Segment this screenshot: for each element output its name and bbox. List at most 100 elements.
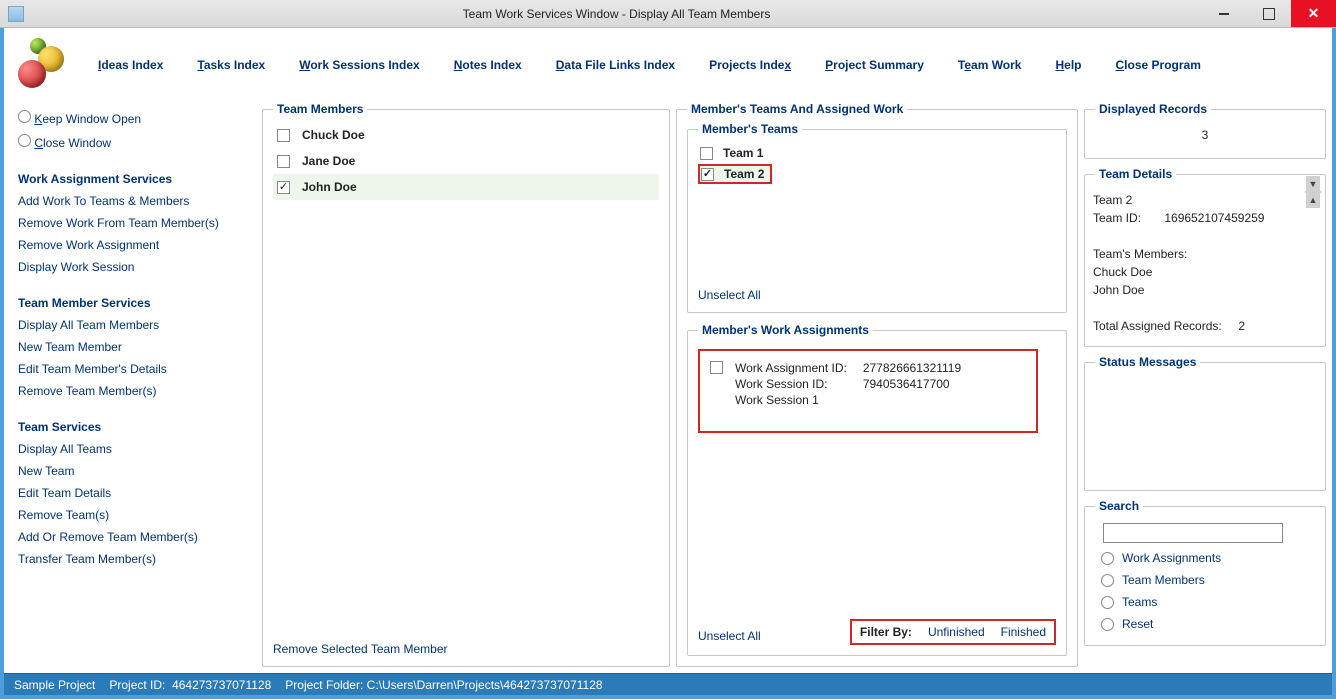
nav-tms-link[interactable]: Edit Team Member's Details	[18, 358, 252, 380]
search-option[interactable]: Reset	[1095, 613, 1315, 635]
member-team-name: Team 1	[723, 146, 763, 160]
section-team-services: Team Services	[18, 416, 252, 438]
radio-icon	[18, 110, 31, 123]
members-work-assignments-panel: Member's Work Assignments Work Assignmen…	[687, 323, 1067, 656]
filter-unfinished-link[interactable]: Unfinished	[928, 625, 985, 639]
minimize-button[interactable]	[1201, 0, 1246, 27]
menubar: Ideas Index Tasks Index Work Sessions Inde…	[4, 28, 1332, 102]
total-assigned-value: 2	[1238, 319, 1245, 333]
checkbox-icon[interactable]	[277, 181, 290, 194]
statusbar: Sample Project Project ID: 4642737370711…	[4, 673, 1332, 695]
team-details-legend: Team Details	[1095, 167, 1176, 181]
search-panel: Search Work AssignmentsTeam MembersTeams…	[1084, 499, 1326, 646]
nav-was-link[interactable]: Remove Work From Team Member(s)	[18, 212, 252, 234]
search-input[interactable]	[1103, 523, 1283, 543]
menu-item[interactable]: Tasks Index	[197, 58, 265, 72]
window-title: Team Work Services Window - Display All …	[32, 7, 1201, 21]
unselect-all-assignments-link[interactable]: Unselect All	[698, 621, 761, 643]
nav-ts-link[interactable]: Remove Team(s)	[18, 504, 252, 526]
member-team-name: Team 2	[724, 167, 764, 181]
radio-keep-window-open[interactable]: Keep Window Open	[18, 106, 252, 130]
ws-id-label: Work Session ID:	[735, 377, 847, 391]
status-messages-legend: Status Messages	[1095, 355, 1200, 369]
checkbox-icon[interactable]	[700, 147, 713, 160]
displayed-records-legend: Displayed Records	[1095, 102, 1211, 116]
close-button[interactable]	[1291, 0, 1336, 27]
filter-finished-link[interactable]: Finished	[1001, 625, 1046, 639]
status-project: Sample Project	[14, 678, 95, 692]
menu-item[interactable]: Team Work	[958, 58, 1022, 72]
left-nav: Keep Window Open Close Window Work Assig…	[10, 102, 256, 667]
team-member-name: Jane Doe	[302, 154, 355, 168]
team-name: Team 2	[1093, 191, 1303, 209]
scroll-up-icon[interactable]: ▲	[1306, 192, 1320, 208]
team-member-name: Chuck Doe	[302, 128, 365, 142]
checkbox-icon[interactable]	[277, 155, 290, 168]
ws-name: Work Session 1	[735, 393, 847, 407]
search-option[interactable]: Teams	[1095, 591, 1315, 613]
radio-close-window[interactable]: Close Window	[18, 130, 252, 154]
nav-tms-link[interactable]: New Team Member	[18, 336, 252, 358]
menu-item[interactable]: Notes Index	[454, 58, 522, 72]
remove-selected-team-member-link[interactable]: Remove Selected Team Member	[273, 634, 659, 656]
maximize-button[interactable]	[1246, 0, 1291, 27]
displayed-records-panel: Displayed Records 3	[1084, 102, 1326, 159]
members-teams-panel: Member's Teams Team 1Team 2 Unselect All	[687, 122, 1067, 313]
total-assigned-label: Total Assigned Records:	[1093, 319, 1222, 333]
scroll-down-icon[interactable]: ▼	[1306, 176, 1320, 192]
app-logo-icon	[12, 38, 66, 92]
ws-id-value: 7940536417700	[863, 377, 961, 391]
search-option[interactable]: Work Assignments	[1095, 547, 1315, 569]
members-teams-and-work-panel: Member's Teams And Assigned Work Member'…	[676, 102, 1078, 667]
team-members-legend: Team Members	[273, 102, 367, 116]
status-pid-label: Project ID:	[109, 678, 165, 692]
work-assignment-checkbox[interactable]	[710, 361, 723, 374]
section-work-assignment-services: Work Assignment Services	[18, 168, 252, 190]
team-member-row[interactable]: Jane Doe	[273, 148, 659, 174]
team-member-name: John Doe	[302, 180, 357, 194]
nav-was-link[interactable]: Add Work To Teams & Members	[18, 190, 252, 212]
menu-item[interactable]: Data File Links Index	[556, 58, 675, 72]
status-messages-panel: Status Messages	[1084, 355, 1326, 491]
nav-ts-link[interactable]: Edit Team Details	[18, 482, 252, 504]
member-team-row[interactable]: Team 1	[698, 142, 1056, 164]
status-pid: 464273737071128	[172, 678, 271, 692]
team-member-row[interactable]: John Doe	[273, 174, 659, 200]
members-teams-and-work-legend: Member's Teams And Assigned Work	[687, 102, 907, 116]
menu-item[interactable]: Project Summary	[825, 58, 924, 72]
team-id-label: Team ID:	[1093, 211, 1141, 225]
nav-ts-link[interactable]: New Team	[18, 460, 252, 482]
menu-item[interactable]: Work Sessions Index	[299, 58, 420, 72]
menu-item[interactable]: Ideas Index	[98, 58, 163, 72]
menu-item[interactable]: Close Program	[1116, 58, 1201, 72]
team-members-label: Team's Members:	[1093, 245, 1303, 263]
filter-label: Filter By:	[860, 625, 912, 639]
search-option-label: Reset	[1122, 617, 1153, 631]
wa-id-value: 277826661321119	[863, 361, 961, 375]
checkbox-icon[interactable]	[277, 129, 290, 142]
search-option-label: Team Members	[1122, 573, 1205, 587]
java-app-icon	[8, 6, 24, 22]
scrollbar[interactable]: ▲ ▼	[1305, 191, 1321, 193]
nav-tms-link[interactable]: Remove Team Member(s)	[18, 380, 252, 402]
nav-ts-link[interactable]: Add Or Remove Team Member(s)	[18, 526, 252, 548]
member-team-row[interactable]: Team 2	[698, 164, 772, 184]
filter-box: Filter By: Unfinished Finished	[850, 619, 1056, 645]
checkbox-icon[interactable]	[701, 168, 714, 181]
search-option[interactable]: Team Members	[1095, 569, 1315, 591]
nav-tms-link[interactable]: Display All Team Members	[18, 314, 252, 336]
work-assignment-item[interactable]: Work Assignment ID: 277826661321119 Work…	[698, 349, 1038, 433]
status-folder: C:\Users\Darren\Projects\464273737071128	[367, 678, 603, 692]
team-member-row[interactable]: Chuck Doe	[273, 122, 659, 148]
unselect-all-teams-link[interactable]: Unselect All	[698, 280, 1056, 302]
menu-item[interactable]: Projects Index	[709, 58, 791, 72]
search-option-label: Teams	[1122, 595, 1157, 609]
team-members-panel: Team Members Chuck Doe Jane Doe John Doe R…	[262, 102, 670, 667]
menu-item[interactable]: Help	[1055, 58, 1081, 72]
nav-ts-link[interactable]: Transfer Team Member(s)	[18, 548, 252, 570]
nav-was-link[interactable]: Remove Work Assignment	[18, 234, 252, 256]
displayed-records-value: 3	[1095, 122, 1315, 148]
wa-id-label: Work Assignment ID:	[735, 361, 847, 375]
nav-was-link[interactable]: Display Work Session	[18, 256, 252, 278]
nav-ts-link[interactable]: Display All Teams	[18, 438, 252, 460]
